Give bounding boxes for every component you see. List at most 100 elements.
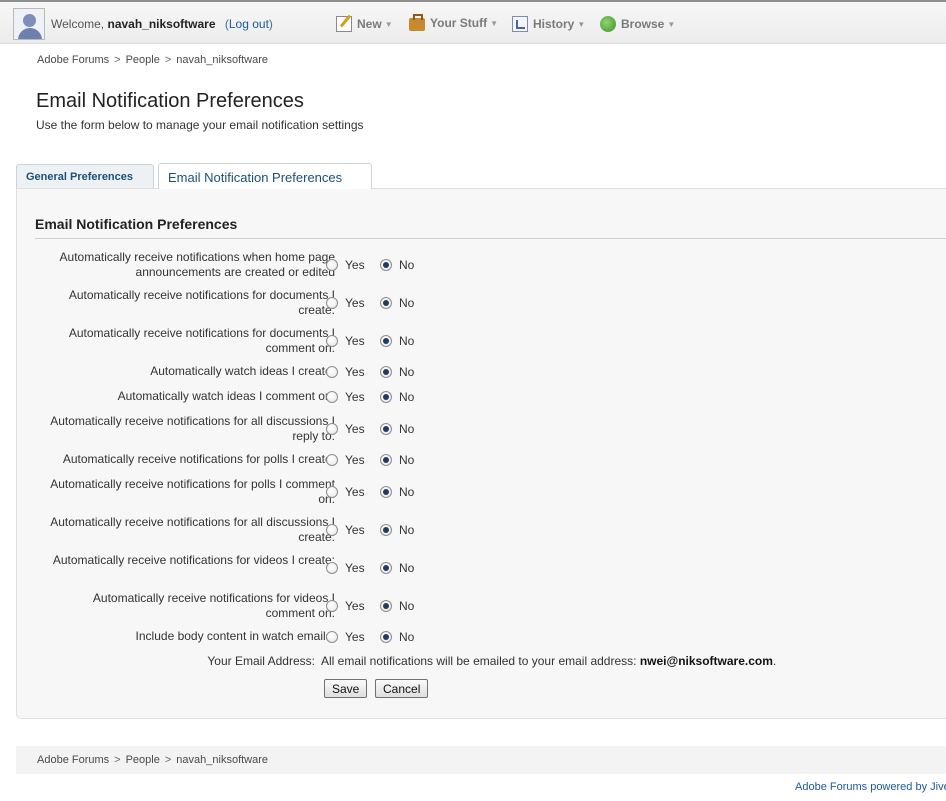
radio-no[interactable] (380, 391, 392, 403)
radio-yes[interactable] (326, 297, 338, 309)
preference-label: Automatically receive notifications for … (92, 591, 335, 620)
breadcrumb-item-forums[interactable]: Adobe Forums (37, 54, 109, 66)
preference-row: Automatically receive notifications for … (20, 591, 920, 621)
option-no-label: No (399, 422, 415, 436)
radio-no[interactable] (380, 454, 392, 466)
breadcrumb: Adobe Forums > People > navah_niksoftware (37, 54, 268, 66)
email-address-value: nwei@niksoftware.com (639, 654, 773, 668)
username[interactable]: navah_niksoftware (107, 17, 215, 31)
radio-no[interactable] (380, 259, 392, 271)
radio-no[interactable] (380, 562, 392, 574)
nav-history[interactable]: History ▼ (512, 16, 585, 32)
option-no[interactable]: No (380, 258, 414, 272)
option-yes[interactable]: Yes (326, 365, 365, 379)
section-divider (35, 238, 946, 239)
option-no-label: No (399, 258, 415, 272)
breadcrumb-item-forums[interactable]: Adobe Forums (37, 754, 109, 766)
option-no[interactable]: No (380, 422, 414, 436)
nav-new[interactable]: New ▼ (336, 16, 393, 32)
radio-yes[interactable] (326, 259, 338, 271)
option-yes[interactable]: Yes (326, 485, 365, 499)
logout-wrapper: (Log out) (224, 17, 273, 31)
option-yes[interactable]: Yes (326, 422, 365, 436)
option-yes[interactable]: Yes (326, 523, 365, 537)
option-no[interactable]: No (380, 334, 414, 348)
avatar[interactable] (13, 8, 45, 40)
option-yes[interactable]: Yes (326, 630, 365, 644)
breadcrumb-item-user[interactable]: navah_niksoftware (176, 754, 268, 766)
avatar-head-icon (23, 14, 36, 27)
option-yes[interactable]: Yes (326, 390, 365, 404)
preference-row: Automatically receive notifications for … (20, 553, 920, 583)
radio-no[interactable] (380, 297, 392, 309)
history-icon (512, 16, 528, 32)
breadcrumb-item-people[interactable]: People (126, 754, 160, 766)
preference-row: Automatically receive notifications for … (20, 288, 920, 318)
briefcase-icon (409, 13, 425, 31)
radio-no[interactable] (380, 366, 392, 378)
page-subtitle: Use the form below to manage your email … (36, 118, 364, 132)
cancel-button[interactable]: Cancel (375, 679, 429, 698)
radio-yes[interactable] (326, 600, 338, 612)
tab-email-notification-preferences[interactable]: Email Notification Preferences (158, 163, 372, 189)
radio-no[interactable] (380, 631, 392, 643)
radio-yes[interactable] (326, 454, 338, 466)
user-bar: Welcome, navah_niksoftware (Log out) New… (0, 2, 946, 44)
logout-link[interactable]: Log out (229, 17, 269, 31)
option-no[interactable]: No (380, 296, 414, 310)
option-no[interactable]: No (380, 390, 414, 404)
option-yes[interactable]: Yes (326, 561, 365, 575)
option-no[interactable]: No (380, 630, 414, 644)
breadcrumb-item-user[interactable]: navah_niksoftware (176, 54, 268, 66)
chevron-down-icon: ▼ (384, 19, 393, 29)
option-no[interactable]: No (380, 485, 414, 499)
nav-browse[interactable]: Browse ▼ (600, 16, 675, 32)
tab-general-preferences[interactable]: General Preferences (16, 164, 154, 188)
nav-your-stuff[interactable]: Your Stuff ▼ (409, 13, 498, 31)
preference-row: Automatically receive notifications for … (20, 515, 920, 545)
radio-yes[interactable] (326, 391, 338, 403)
radio-no[interactable] (380, 335, 392, 347)
save-button[interactable]: Save (324, 679, 368, 698)
option-no[interactable]: No (380, 365, 414, 379)
option-no-label: No (399, 365, 415, 379)
preference-label: Automatically receive notifications for … (68, 326, 335, 355)
radio-yes[interactable] (326, 366, 338, 378)
option-yes-label: Yes (345, 365, 365, 379)
preference-row: Include body content in watch emails: Yes… (20, 629, 920, 644)
option-no[interactable]: No (380, 561, 414, 575)
preference-label: Automatically receive notifications for … (62, 452, 335, 466)
radio-no[interactable] (380, 600, 392, 612)
option-no-label: No (399, 334, 415, 348)
powered-by-link[interactable]: Adobe Forums powered by Jive (795, 781, 946, 793)
option-no[interactable]: No (380, 453, 414, 467)
option-yes[interactable]: Yes (326, 296, 365, 310)
preference-label: Automatically receive notifications when… (59, 250, 335, 279)
preference-row: Automatically receive notifications for … (20, 477, 920, 507)
option-yes[interactable]: Yes (326, 453, 365, 467)
radio-yes[interactable] (326, 335, 338, 347)
radio-no[interactable] (380, 486, 392, 498)
preference-row: Automatically watch ideas I create: Yes No (20, 364, 920, 379)
radio-yes[interactable] (326, 486, 338, 498)
preference-row: Automatically receive notifications when… (20, 250, 920, 280)
radio-yes[interactable] (326, 562, 338, 574)
preference-label: Automatically receive notifications for … (50, 515, 335, 544)
radio-yes[interactable] (326, 423, 338, 435)
option-yes[interactable]: Yes (326, 258, 365, 272)
option-yes[interactable]: Yes (326, 334, 365, 348)
option-no[interactable]: No (380, 523, 414, 537)
radio-no[interactable] (380, 423, 392, 435)
radio-no[interactable] (380, 524, 392, 536)
chevron-down-icon: ▼ (577, 19, 586, 29)
option-yes-label: Yes (345, 599, 365, 613)
option-no[interactable]: No (380, 599, 414, 613)
option-yes-label: Yes (345, 390, 365, 404)
radio-yes[interactable] (326, 631, 338, 643)
preference-label: Automatically receive notifications for … (68, 288, 335, 317)
breadcrumb-item-people[interactable]: People (126, 54, 160, 66)
preference-label: Automatically receive notifications for … (50, 477, 335, 506)
option-yes[interactable]: Yes (326, 599, 365, 613)
radio-yes[interactable] (326, 524, 338, 536)
chevron-down-icon: ▼ (667, 19, 676, 29)
